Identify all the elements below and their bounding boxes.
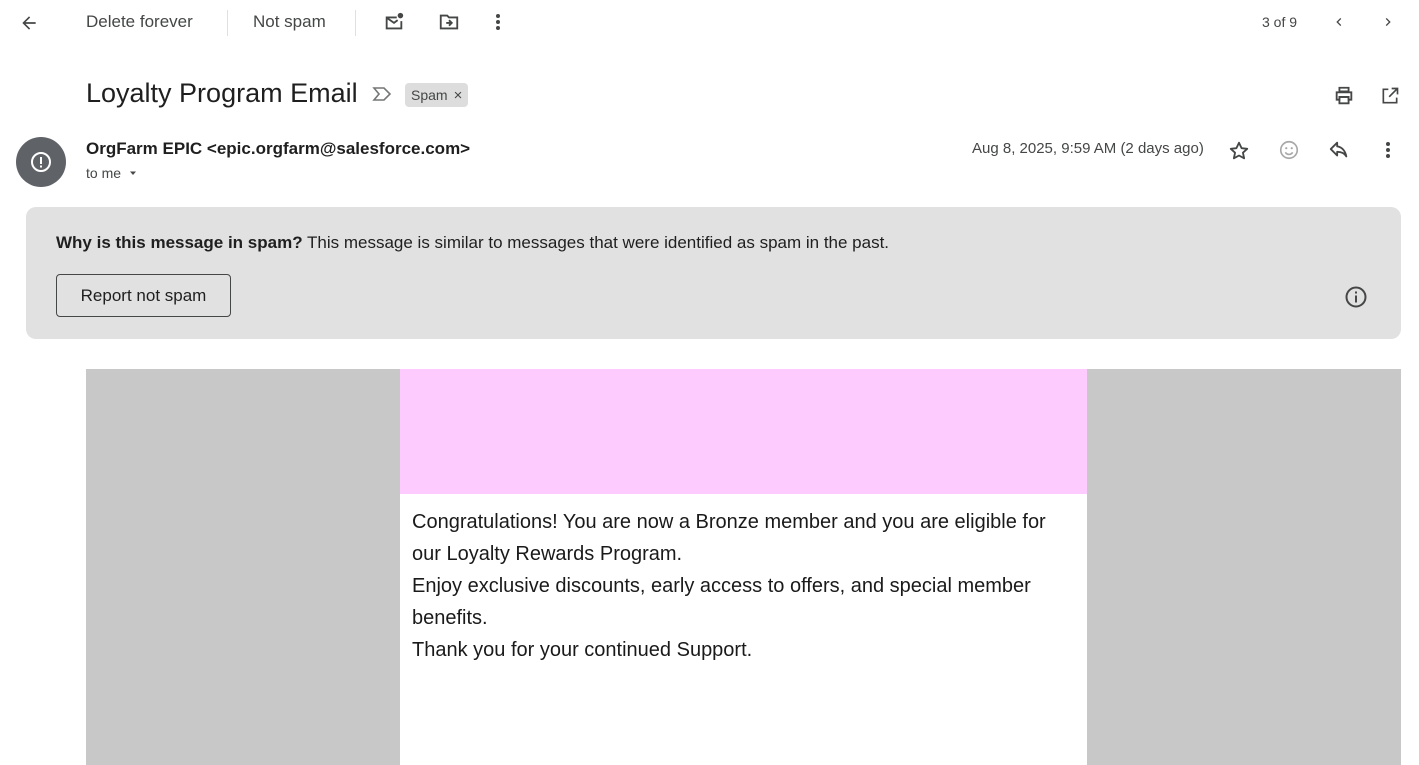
reply-button[interactable] (1325, 136, 1353, 164)
report-not-spam-button[interactable]: Report not spam (56, 274, 231, 317)
message-date: Aug 8, 2025, 9:59 AM (2 days ago) (972, 140, 1204, 157)
avatar (16, 137, 66, 187)
chevron-left-icon (1336, 18, 1342, 26)
more-vertical-icon (1386, 142, 1390, 158)
email-paragraph: Enjoy exclusive discounts, early access … (412, 575, 1031, 629)
email-body-text: Congratulations! You are now a Bronze me… (412, 506, 1077, 666)
spam-avatar-icon (31, 152, 51, 172)
chevron-right-icon (1385, 18, 1391, 26)
spam-label-chip: Spam × (405, 83, 469, 107)
importance-marker[interactable] (371, 84, 393, 104)
newer-button[interactable] (1326, 8, 1352, 36)
sender-name[interactable]: OrgFarm EPIC <epic.orgfarm@salesforce.co… (86, 139, 470, 159)
email-header-banner (400, 369, 1087, 494)
spam-warning-banner: Why is this message in spam? This messag… (26, 207, 1401, 339)
open-in-new-window-button[interactable] (1376, 82, 1404, 110)
open-in-new-icon (1382, 87, 1399, 104)
more-vertical-icon (496, 14, 500, 30)
recipient-label: to me (86, 165, 122, 181)
toolbar-divider (355, 10, 356, 36)
spam-reason-text: Why is this message in spam? This messag… (56, 233, 889, 253)
spam-label-text: Spam (411, 87, 448, 103)
mark-unread-button[interactable] (380, 8, 408, 36)
info-button[interactable] (1342, 283, 1370, 311)
emoji-reaction-button[interactable] (1275, 136, 1303, 164)
print-button[interactable] (1330, 82, 1358, 110)
toolbar-divider (227, 10, 228, 36)
spam-reason-question: Why is this message in spam? (56, 233, 303, 252)
move-to-button[interactable] (435, 8, 463, 36)
subject-title: Loyalty Program Email (86, 78, 358, 108)
star-icon (1229, 141, 1249, 160)
emoji-reaction-icon (1279, 140, 1299, 160)
mail-unread-icon (385, 12, 404, 30)
not-spam-button[interactable]: Not spam (253, 12, 326, 32)
email-paragraph: Congratulations! You are now a Bronze me… (412, 511, 1046, 565)
star-button[interactable] (1225, 137, 1253, 165)
remove-label-icon[interactable]: × (454, 87, 463, 104)
email-card: Congratulations! You are now a Bronze me… (400, 369, 1087, 765)
reply-icon (1329, 141, 1348, 158)
importance-marker-icon (372, 87, 392, 101)
folder-move-icon (439, 14, 459, 30)
info-icon (1345, 286, 1367, 308)
pagination-label: 3 of 9 (1262, 14, 1298, 30)
back-button[interactable] (14, 8, 44, 38)
arrow-left-icon (22, 16, 36, 30)
caret-down-icon (130, 171, 137, 175)
more-actions-button[interactable] (486, 8, 510, 36)
recipient-toggle[interactable]: to me (86, 165, 139, 181)
message-more-button[interactable] (1376, 136, 1400, 164)
print-icon (1335, 86, 1353, 105)
older-button[interactable] (1375, 8, 1401, 36)
email-paragraph: Thank you for your continued Support. (412, 639, 753, 661)
delete-forever-button[interactable]: Delete forever (86, 12, 193, 32)
spam-reason-explanation: This message is similar to messages that… (307, 233, 890, 252)
